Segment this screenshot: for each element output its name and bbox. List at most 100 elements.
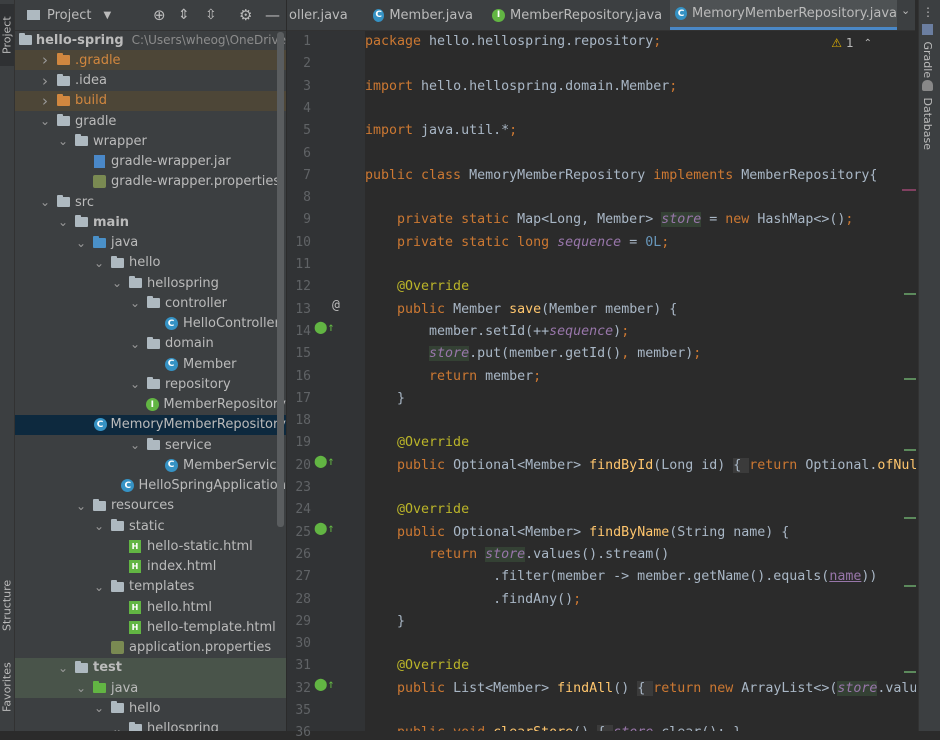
tree-item[interactable]: ⌄ java bbox=[15, 233, 286, 253]
chevron-down-icon[interactable]: ⌄ bbox=[37, 114, 53, 128]
chevron-right-icon[interactable]: › bbox=[37, 92, 53, 110]
tree-item[interactable]: ⌄ wrapper bbox=[15, 131, 286, 151]
tab-list-chevron-icon[interactable]: ⌄ bbox=[901, 4, 910, 17]
code-token: public bbox=[365, 457, 454, 473]
chevron-down-icon[interactable]: ⌄ bbox=[55, 134, 71, 148]
tree-item[interactable]: gradle-wrapper.jar bbox=[15, 152, 286, 172]
override-annotation-icon[interactable]: @ bbox=[332, 298, 340, 313]
tab-member-repository[interactable]: I MemberRepository.java bbox=[492, 0, 667, 30]
line-number: 5 bbox=[303, 123, 311, 139]
chevron-down-icon[interactable]: ⌄ bbox=[127, 438, 143, 452]
tree-item[interactable]: ⌄ hello bbox=[15, 253, 286, 273]
tree-item[interactable]: ⌄ domain bbox=[15, 334, 286, 354]
chevron-down-icon[interactable]: ⌄ bbox=[91, 580, 107, 594]
code-line: @Override bbox=[365, 432, 469, 454]
gradle-tool-tab[interactable]: Gradle bbox=[921, 24, 934, 78]
chevron-down-icon[interactable]: ⌄ bbox=[73, 681, 89, 695]
code-line: public Optional<Member> findByName(Strin… bbox=[365, 522, 789, 544]
inspection-widget[interactable]: ⚠ 1 ⌃ bbox=[831, 33, 872, 53]
tree-item-label: hellospring bbox=[147, 275, 219, 291]
gradle-tool-label: Gradle bbox=[921, 41, 934, 79]
tree-item[interactable]: Hhello.html bbox=[15, 597, 286, 617]
chevron-down-icon[interactable]: ⌄ bbox=[37, 195, 53, 209]
collapse-all-icon[interactable]: ⇳ bbox=[205, 0, 217, 30]
tree-item[interactable]: ⌄ test bbox=[15, 657, 286, 678]
code-token: ; bbox=[533, 368, 542, 384]
tree-item[interactable]: ⌄ gradle bbox=[15, 111, 286, 131]
tree-item[interactable]: ⌄ templates bbox=[15, 577, 286, 597]
tree-item[interactable]: ⌄ service bbox=[15, 435, 286, 455]
tree-item[interactable]: ⌄ resources bbox=[15, 496, 286, 516]
tree-item[interactable]: gradle-wrapper.properties bbox=[15, 172, 286, 192]
database-tool-tab[interactable]: Database bbox=[921, 80, 934, 150]
tree-item[interactable]: ⌄ hellospring bbox=[15, 273, 286, 293]
tree-item[interactable]: ⌄ hello-spring C:\Users\wheog\OneDrive bbox=[15, 30, 286, 50]
chevron-down-icon[interactable]: ⌄ bbox=[15, 33, 17, 47]
tab-hello-controller[interactable]: oller.java bbox=[287, 0, 362, 30]
tab-member[interactable]: C Member.java bbox=[373, 0, 473, 30]
implements-marker-icon[interactable]: ⬤↑ bbox=[314, 677, 335, 691]
code-editor[interactable]: package hello.hellospring.repository; imp… bbox=[365, 31, 916, 731]
tree-item-label: application.properties bbox=[129, 640, 272, 655]
code-token: sequence bbox=[549, 323, 614, 339]
tree-item[interactable]: ⌄ hellospring bbox=[15, 719, 286, 732]
tree-item[interactable]: ⌄ hello bbox=[15, 698, 286, 718]
implements-marker-icon[interactable]: ⬤↑ bbox=[314, 521, 335, 535]
tree-item[interactable]: C Member bbox=[15, 354, 286, 374]
tree-item[interactable]: Hhello-template.html bbox=[15, 617, 286, 637]
chevron-down-icon[interactable]: ⌄ bbox=[73, 236, 89, 250]
gear-icon[interactable]: ⚙ bbox=[239, 0, 252, 30]
tree-item[interactable]: C HelloSpringApplication bbox=[15, 476, 286, 496]
tree-item[interactable]: C HelloController bbox=[15, 314, 286, 334]
tree-item[interactable]: C MemberService bbox=[15, 455, 286, 475]
expand-all-icon[interactable]: ⇕ bbox=[178, 0, 190, 30]
warning-count: 1 bbox=[845, 36, 854, 50]
class-icon: C bbox=[373, 8, 385, 22]
structure-tool-tab[interactable]: Structure bbox=[0, 570, 14, 640]
project-scrollbar[interactable] bbox=[277, 32, 284, 527]
tree-item-label: static bbox=[129, 518, 165, 534]
chevron-down-icon[interactable]: ⌄ bbox=[91, 701, 107, 715]
tree-item[interactable]: ⌄ controller bbox=[15, 293, 286, 313]
tree-item[interactable]: › .idea bbox=[15, 71, 286, 91]
tree-item[interactable]: ⌄ static bbox=[15, 516, 286, 536]
tree-item[interactable]: application.properties bbox=[15, 638, 286, 658]
favorites-tool-tab[interactable]: Favorites bbox=[0, 652, 14, 722]
chevron-down-icon[interactable]: ⌄ bbox=[55, 661, 71, 675]
more-options-icon[interactable]: ⋮ bbox=[922, 5, 934, 19]
chevron-down-icon[interactable]: ⌄ bbox=[127, 337, 143, 351]
tree-item[interactable]: › .gradle bbox=[15, 50, 286, 71]
tab-label: MemoryMemberRepository.java bbox=[692, 6, 897, 21]
tree-item[interactable]: ⌄ repository bbox=[15, 374, 286, 394]
tab-memory-member-repository[interactable]: C MemoryMemberRepository.java bbox=[670, 0, 897, 30]
chevron-right-icon[interactable]: › bbox=[37, 51, 53, 69]
chevron-down-icon[interactable]: ⌄ bbox=[91, 256, 107, 270]
tree-item[interactable]: C MemoryMemberRepository bbox=[15, 414, 286, 435]
chevron-down-icon[interactable]: ⌄ bbox=[55, 215, 71, 229]
chevron-down-icon[interactable]: ⌄ bbox=[127, 296, 143, 310]
implements-marker-icon[interactable]: ⬤↑ bbox=[314, 320, 335, 334]
project-view-selector[interactable]: Project ▼ bbox=[27, 0, 111, 30]
project-tool-tab[interactable]: Project bbox=[0, 4, 14, 66]
tree-item[interactable]: › build bbox=[15, 90, 286, 111]
tree-item[interactable]: ⌄ src bbox=[15, 192, 286, 212]
tab-label: Member.java bbox=[389, 7, 473, 23]
tree-item[interactable]: Hindex.html bbox=[15, 557, 286, 577]
tree-item[interactable]: I MemberRepository bbox=[15, 395, 286, 415]
chevron-down-icon[interactable]: ⌄ bbox=[73, 499, 89, 513]
chevron-down-icon[interactable]: ⌄ bbox=[127, 377, 143, 391]
code-token: ofNullable bbox=[877, 457, 916, 473]
tree-item[interactable]: ⌄ main bbox=[15, 212, 286, 232]
locate-file-icon[interactable]: ⊕ bbox=[153, 0, 166, 30]
folder-icon bbox=[109, 579, 125, 594]
tree-item[interactable]: Hhello-static.html bbox=[15, 536, 286, 556]
implements-marker-icon[interactable]: ⬤↑ bbox=[314, 454, 335, 468]
chevron-down-icon[interactable]: ⌄ bbox=[91, 519, 107, 533]
code-token: store bbox=[429, 346, 470, 362]
hide-panel-icon[interactable]: — bbox=[265, 0, 280, 30]
chevron-down-icon[interactable]: ⌄ bbox=[109, 276, 125, 290]
chevron-right-icon[interactable]: › bbox=[37, 72, 53, 90]
tree-item[interactable]: ⌄ java bbox=[15, 678, 286, 698]
jar-file-icon bbox=[91, 155, 107, 169]
chevron-down-icon[interactable]: ⌄ bbox=[109, 722, 125, 732]
